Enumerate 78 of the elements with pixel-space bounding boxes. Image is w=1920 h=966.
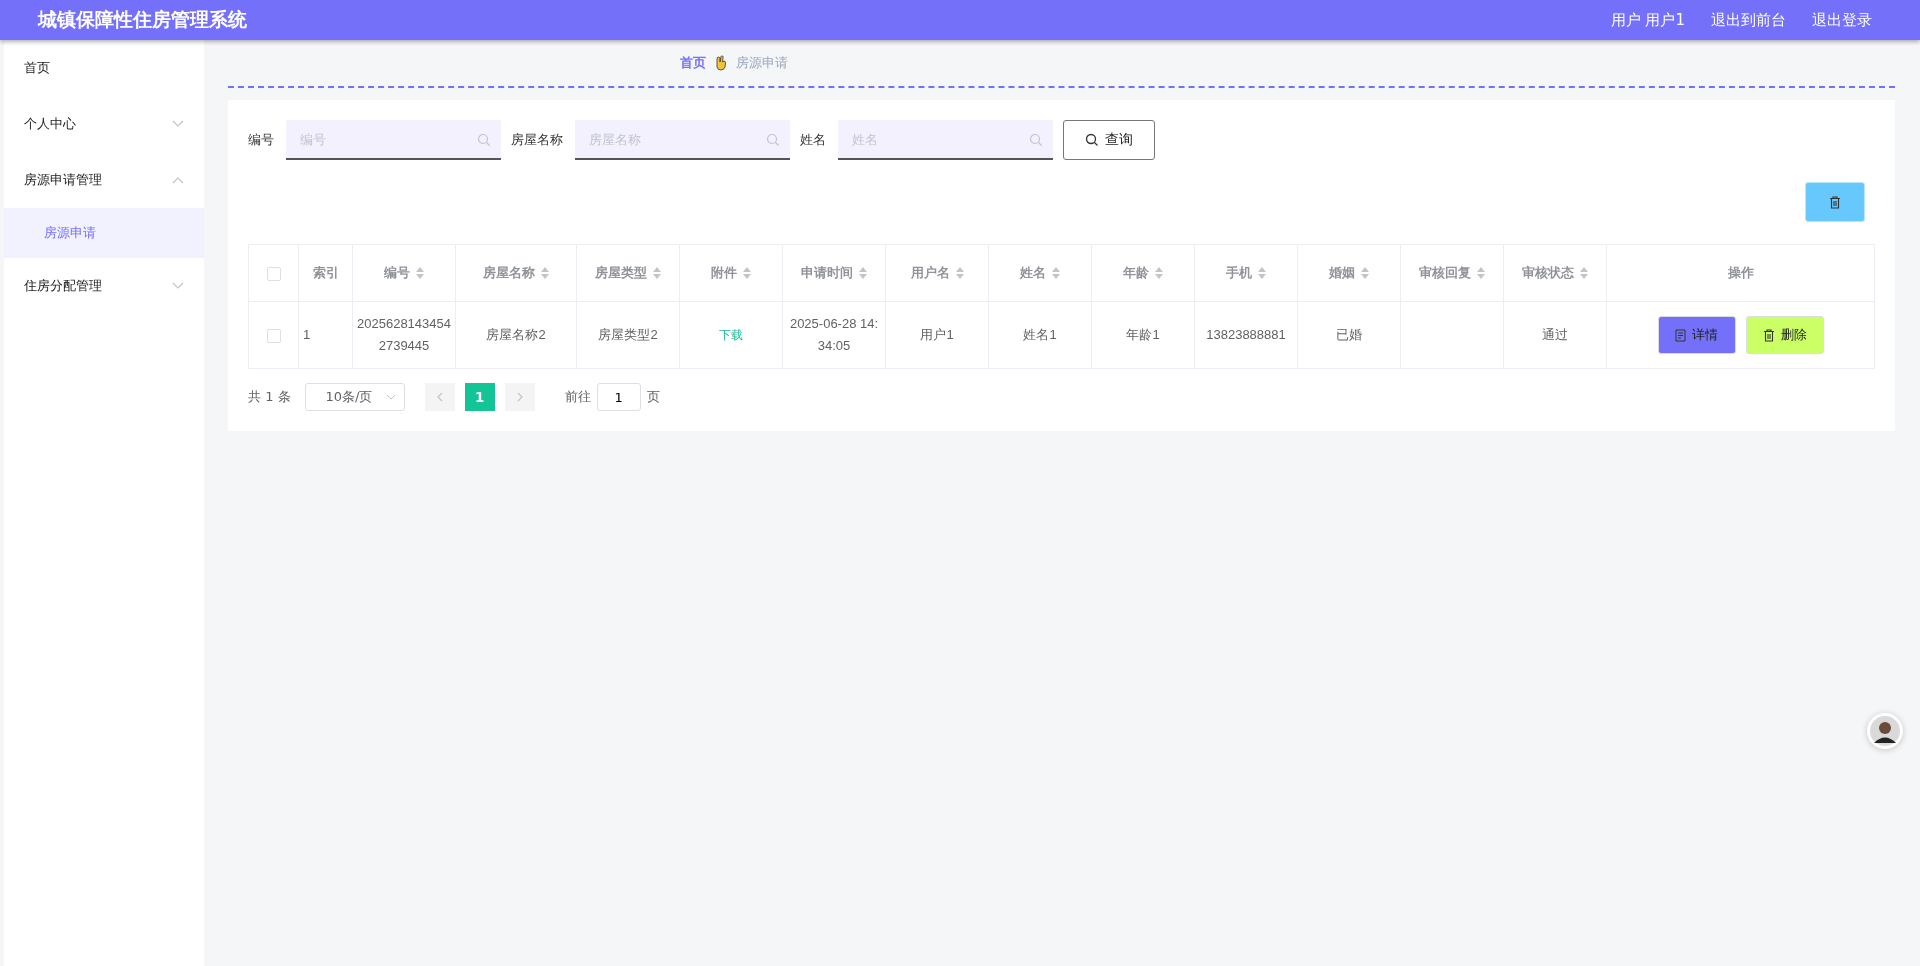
table-cell: 用户1 <box>920 326 954 342</box>
column-header[interactable]: 审核状态 <box>1503 244 1607 302</box>
trash-icon <box>1762 328 1775 342</box>
app-title: 城镇保障性住房管理系统 <box>38 7 247 32</box>
checkbox[interactable] <box>266 328 281 343</box>
table-cell: 年龄1 <box>1126 326 1160 342</box>
header-link[interactable]: 退出登录 <box>1812 10 1872 30</box>
column-header[interactable]: 婚姻 <box>1297 244 1401 302</box>
sort-icon <box>743 267 751 279</box>
search-icon <box>1085 133 1099 147</box>
sidebar-item[interactable]: 住房分配管理 <box>4 258 204 314</box>
column-header[interactable]: 索引 <box>298 244 353 302</box>
sort-icon <box>1361 267 1369 279</box>
sort-icon <box>1155 267 1163 279</box>
column-header[interactable]: 手机 <box>1194 244 1298 302</box>
page-input[interactable]: 1 <box>596 383 641 411</box>
sidebar-subitem[interactable]: 房源申请 <box>4 208 204 258</box>
search-icon <box>1029 133 1043 147</box>
table-cell: 房屋类型2 <box>598 326 658 342</box>
page-button[interactable]: 1 <box>464 383 495 411</box>
table-cell: 13823888881 <box>1206 326 1286 342</box>
table-cell: 通过 <box>1542 326 1568 342</box>
table-cell: 2025-06-28 14:34:05 <box>789 315 879 353</box>
page-size-select[interactable]: 10条/页 <box>304 383 405 411</box>
query-button[interactable]: 查询 <box>1063 120 1155 160</box>
field-label: 编号 <box>248 131 274 149</box>
field-label: 房屋名称 <box>511 131 563 149</box>
sort-icon <box>541 267 549 279</box>
next-page-button[interactable] <box>504 383 535 411</box>
sort-icon <box>1258 267 1266 279</box>
checkbox[interactable] <box>266 266 281 281</box>
table-cell: 房屋名称2 <box>486 326 546 342</box>
breadcrumb-item[interactable]: 首页 <box>680 54 706 72</box>
previous-page-button[interactable] <box>424 383 455 411</box>
sort-icon <box>1580 267 1588 279</box>
sort-icon <box>653 267 661 279</box>
breadcrumb-item[interactable]: 房源申请 <box>736 54 788 72</box>
chevron-left-icon <box>436 392 443 402</box>
chevron-right-icon <box>516 392 523 402</box>
sidebar-item[interactable]: 个人中心 <box>4 96 204 152</box>
search-icon <box>766 133 780 147</box>
sidebar-item[interactable]: 房源申请管理 <box>4 152 204 208</box>
hand-icon <box>714 55 728 71</box>
table-cell: 20256281434542739445 <box>357 315 451 353</box>
delete-button[interactable] <box>1805 182 1865 222</box>
sort-icon <box>1052 267 1060 279</box>
table-cell: 已婚 <box>1336 326 1362 342</box>
page-unit: 页 <box>646 388 660 406</box>
sort-icon <box>859 267 867 279</box>
table-cell: 姓名1 <box>1023 326 1057 342</box>
sort-icon <box>416 267 424 279</box>
column-header[interactable]: 申请时间 <box>782 244 886 302</box>
column-header[interactable]: 用户名 <box>885 244 989 302</box>
column-header[interactable]: 审核回复 <box>1400 244 1504 302</box>
chevron-icon <box>385 394 396 400</box>
search-icon <box>477 133 491 147</box>
header-link[interactable]: 退出到前台 <box>1711 10 1786 30</box>
goto-label: 前往 <box>564 388 591 406</box>
sort-icon <box>1477 267 1485 279</box>
column-header[interactable]: 附件 <box>679 244 783 302</box>
delete-button[interactable]: 删除 <box>1745 316 1824 354</box>
sidebar-item[interactable]: 首页 <box>4 40 204 96</box>
column-header[interactable]: 房屋类型 <box>576 244 680 302</box>
header-link[interactable]: 用户 用户1 <box>1610 10 1685 30</box>
sort-icon <box>955 267 964 279</box>
field-label: 姓名 <box>800 131 826 149</box>
download-link[interactable]: 下载 <box>719 327 743 342</box>
detail-button[interactable]: 详情 <box>1657 316 1736 354</box>
column-header[interactable]: 编号 <box>352 244 456 302</box>
column-header[interactable]: 姓名 <box>988 244 1092 302</box>
avatar[interactable] <box>1867 713 1903 749</box>
trash-icon <box>1829 195 1841 209</box>
total-count: 共 1 条 <box>248 388 291 406</box>
column-header[interactable]: 房屋名称 <box>455 244 577 302</box>
column-header[interactable]: 年龄 <box>1091 244 1195 302</box>
document-icon <box>1675 328 1686 342</box>
table-cell: 1 <box>303 326 311 342</box>
column-header[interactable]: 操作 <box>1606 244 1875 302</box>
